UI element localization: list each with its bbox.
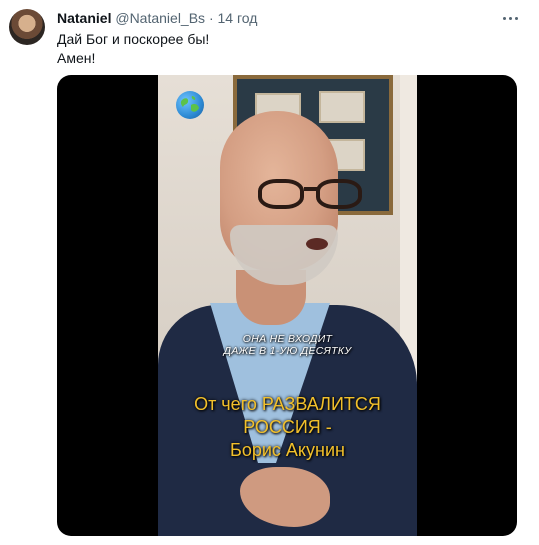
caption-line: РОССИЯ - [243, 417, 332, 437]
globe-icon [176, 91, 204, 119]
speaker-glasses [238, 175, 363, 215]
caption-line: Борис Акунин [230, 440, 345, 460]
overlay-line: ДАЖЕ В 1-УЮ ДЕСЯТКУ [223, 345, 352, 357]
video-overlay-quote: ОНА НЕ ВХОДИТ ДАЖЕ В 1-УЮ ДЕСЯТКУ [158, 333, 417, 357]
tweet-header: Nataniel @Nataniel_Bs · 14 год [57, 9, 257, 27]
tweet[interactable]: Nataniel @Nataniel_Bs · 14 год Дай Бог и… [0, 0, 539, 545]
tweet-text: Дай Бог и поскорее бы! Амен! [57, 30, 209, 68]
overlay-line: ОНА НЕ ВХОДИТ [242, 333, 333, 345]
separator-dot: · [208, 10, 214, 26]
avatar[interactable] [9, 9, 45, 45]
video-player[interactable]: ОНА НЕ ВХОДИТ ДАЖЕ В 1-УЮ ДЕСЯТКУ От чег… [57, 75, 517, 536]
author-name[interactable]: Nataniel [57, 10, 111, 26]
tweet-text-line: Дай Бог и поскорее бы! [57, 31, 210, 47]
tweet-timestamp[interactable]: 14 год [218, 10, 258, 26]
video-frame: ОНА НЕ ВХОДИТ ДАЖЕ В 1-УЮ ДЕСЯТКУ От чег… [158, 75, 417, 536]
tweet-text-line: Амен! [57, 50, 96, 66]
author-handle[interactable]: @Nataniel_Bs [115, 10, 205, 26]
video-caption: От чего РАЗВАЛИТСЯ РОССИЯ - Борис Акунин [158, 393, 417, 462]
caption-line: От чего РАЗВАЛИТСЯ [194, 394, 381, 414]
more-options-icon[interactable] [499, 10, 521, 26]
speaker-mouth [306, 238, 328, 250]
